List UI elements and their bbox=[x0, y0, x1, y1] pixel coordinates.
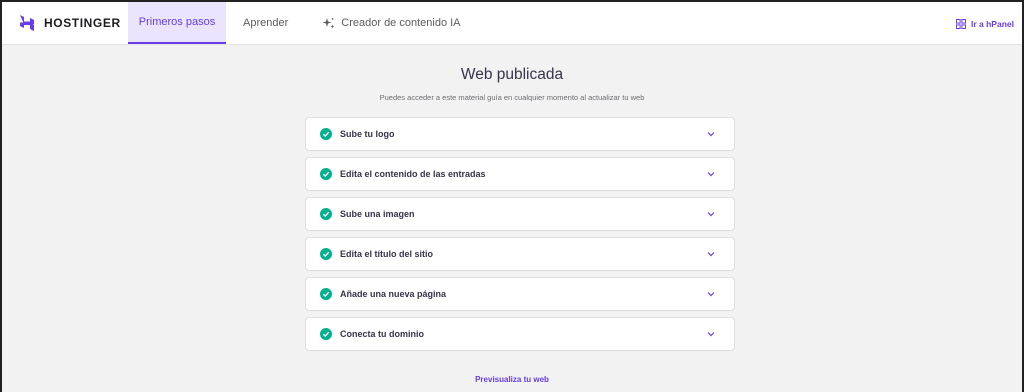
check-circle-icon bbox=[320, 168, 332, 180]
tab-label: Creador de contenido IA bbox=[341, 17, 461, 29]
check-circle-icon bbox=[320, 328, 332, 340]
step-item[interactable]: Edita el título del sitio bbox=[305, 237, 735, 271]
step-item[interactable]: Sube una imagen bbox=[305, 197, 735, 231]
check-circle-icon bbox=[320, 248, 332, 260]
step-label: Conecta tu dominio bbox=[340, 329, 424, 339]
top-navigation-bar: HOSTINGER Primeros pasos Aprender Creado… bbox=[2, 2, 1022, 45]
sparkle-icon bbox=[322, 17, 335, 30]
grid-icon bbox=[956, 18, 966, 29]
tab-aprender[interactable]: Aprender bbox=[226, 2, 305, 44]
tab-primeros-pasos[interactable]: Primeros pasos bbox=[128, 2, 226, 44]
page-subtitle: Puedes acceder a este material guía en c… bbox=[379, 93, 645, 102]
chevron-down-icon[interactable] bbox=[706, 129, 716, 139]
check-circle-icon bbox=[320, 288, 332, 300]
chevron-down-icon[interactable] bbox=[706, 289, 716, 299]
step-item[interactable]: Sube tu logo bbox=[305, 117, 735, 151]
step-label: Sube tu logo bbox=[340, 129, 395, 139]
step-label: Edita el título del sitio bbox=[340, 249, 434, 259]
app-frame: HOSTINGER Primeros pasos Aprender Creado… bbox=[0, 0, 1024, 392]
check-circle-icon bbox=[320, 128, 332, 140]
step-label: Añade una nueva página bbox=[340, 289, 447, 299]
chevron-down-icon[interactable] bbox=[706, 209, 716, 219]
brand-name: HOSTINGER bbox=[44, 16, 121, 30]
hpanel-label: Ir a hPanel bbox=[971, 18, 1014, 29]
steps-list: Sube tu logo Edita el contenido de las e… bbox=[305, 117, 735, 357]
check-circle-icon bbox=[320, 208, 332, 220]
step-label: Sube una imagen bbox=[340, 209, 415, 219]
tab-creador-contenido-ia[interactable]: Creador de contenido IA bbox=[305, 2, 477, 44]
chevron-down-icon[interactable] bbox=[706, 329, 716, 339]
chevron-down-icon[interactable] bbox=[706, 249, 716, 259]
hostinger-logo-icon bbox=[18, 14, 36, 32]
step-item[interactable]: Añade una nueva página bbox=[305, 277, 735, 311]
preview-website-link[interactable]: Previsualiza tu web bbox=[2, 375, 1022, 384]
tab-label: Aprender bbox=[243, 17, 289, 29]
page-title: Web publicada bbox=[460, 66, 564, 83]
tab-label: Primeros pasos bbox=[138, 16, 216, 28]
step-item[interactable]: Conecta tu dominio bbox=[305, 317, 735, 351]
step-item[interactable]: Edita el contenido de las entradas bbox=[305, 157, 735, 191]
chevron-down-icon[interactable] bbox=[706, 169, 716, 179]
brand[interactable]: HOSTINGER bbox=[2, 2, 128, 44]
main-nav: Primeros pasos Aprender Creador de conte… bbox=[128, 2, 478, 44]
go-to-hpanel-button[interactable]: Ir a hPanel bbox=[956, 2, 1014, 45]
step-label: Edita el contenido de las entradas bbox=[340, 169, 486, 179]
